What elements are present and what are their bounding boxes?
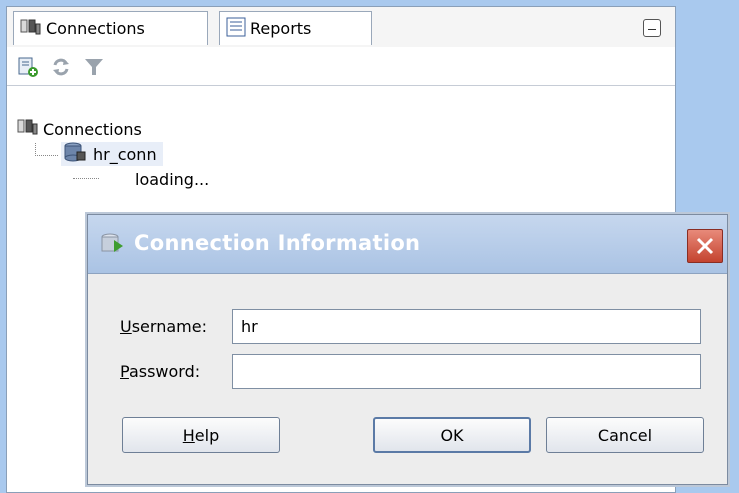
tree-item-loading: loading... bbox=[135, 167, 209, 191]
tree-connector bbox=[73, 178, 99, 179]
connections-icon bbox=[20, 18, 42, 40]
help-button[interactable]: Help bbox=[122, 417, 280, 453]
connections-icon bbox=[17, 118, 39, 140]
close-button[interactable] bbox=[687, 229, 723, 263]
password-field[interactable] bbox=[232, 354, 701, 389]
tab-reports[interactable]: Reports bbox=[219, 11, 372, 45]
username-field[interactable]: hr bbox=[232, 309, 701, 344]
minimize-button[interactable] bbox=[643, 19, 661, 37]
tab-reports-label: Reports bbox=[250, 19, 312, 38]
dialog-title-bar[interactable]: Connection Information bbox=[88, 215, 727, 274]
tree-connector bbox=[35, 143, 58, 156]
database-icon bbox=[63, 142, 87, 166]
reports-icon bbox=[226, 17, 246, 41]
tab-connections-label: Connections bbox=[46, 19, 145, 38]
refresh-icon[interactable] bbox=[50, 56, 72, 78]
new-connection-icon[interactable] bbox=[17, 56, 39, 78]
close-icon bbox=[696, 237, 714, 255]
loading-label: loading... bbox=[135, 169, 210, 189]
tree-item-hr-conn[interactable]: hr_conn bbox=[61, 142, 163, 166]
toolbar bbox=[7, 47, 675, 86]
filter-icon[interactable] bbox=[83, 56, 105, 78]
tree-item-label: hr_conn bbox=[93, 144, 157, 164]
username-label: Username: bbox=[120, 317, 207, 336]
tree-root[interactable]: Connections bbox=[17, 117, 142, 141]
ok-button[interactable]: OK bbox=[373, 417, 531, 453]
database-connect-icon bbox=[100, 232, 124, 260]
dialog-title: Connection Information bbox=[134, 231, 421, 255]
tree-root-label: Connections bbox=[43, 119, 142, 139]
tab-connections[interactable]: Connections bbox=[13, 11, 208, 45]
cancel-button[interactable]: Cancel bbox=[546, 417, 704, 453]
password-label: Password: bbox=[120, 362, 201, 381]
tab-bar: Connections Reports bbox=[7, 7, 675, 48]
